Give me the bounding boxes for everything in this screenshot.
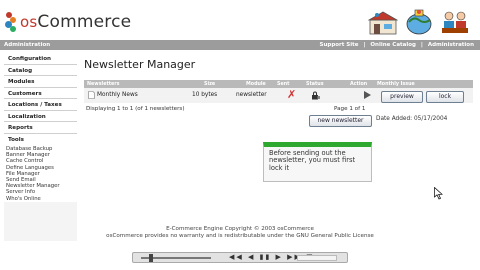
footer-copyright: E-Commerce Engine Copyright © 2003 osCom… (166, 226, 314, 232)
newsletter-name[interactable]: Monthly News (97, 92, 138, 98)
preview-button[interactable]: preview (381, 91, 423, 103)
column-action: Action (350, 81, 368, 87)
topbar-links: Support Site | Online Catalog | Administ… (317, 42, 475, 48)
sidebar-item-modules[interactable]: Modules (4, 76, 77, 88)
globe-icon[interactable] (404, 8, 434, 36)
new-newsletter-button[interactable]: new newsletter (309, 115, 372, 127)
video-player-bar: ◀◀ ◀ ▮▮ ▶ ▶▶ ■ (132, 252, 348, 263)
column-status: Status (306, 81, 324, 87)
sidebar-item-reports[interactable]: Reports (4, 122, 77, 134)
lock-icon[interactable] (311, 91, 320, 100)
administration-link[interactable]: Administration (428, 42, 474, 48)
lock-button[interactable]: lock (426, 91, 464, 103)
date-added: Date Added: 05/17/2004 (376, 116, 448, 122)
displaying-count: Displaying 1 to 1 (of 1 newsletters) (86, 106, 185, 112)
mouse-cursor-icon (434, 187, 443, 200)
tools-submenu: Database Backup Banner Manager Cache Con… (4, 145, 77, 202)
online-catalog-link[interactable]: Online Catalog (370, 42, 416, 48)
volume-slider[interactable] (297, 255, 337, 261)
document-icon (88, 91, 95, 99)
play-icon[interactable] (364, 91, 371, 99)
page-title: Newsletter Manager (84, 58, 196, 71)
top-navigation-bar: Administration Support Site | Online Cat… (0, 40, 480, 50)
newsletter-module: newsletter (236, 92, 267, 98)
instruction-callout: Before sending out the newsletter, you m… (263, 142, 372, 182)
sidebar-item-tools[interactable]: Tools (4, 133, 77, 145)
topbar-separator: | (420, 42, 423, 48)
people-icon[interactable] (440, 8, 470, 36)
oscommerce-logo[interactable]: osCommerce (4, 8, 131, 36)
topbar-title: Administration (4, 42, 51, 48)
sidebar-menu: Configuration Catalog Modules Customers … (4, 53, 77, 241)
newsletter-table-header: Newsletters Size Module Sent Status Acti… (84, 80, 473, 88)
tools-item-whos-online[interactable]: Who's Online (6, 196, 77, 202)
column-module: Module (246, 81, 266, 87)
column-size: Size (204, 81, 216, 87)
logo-text: osCommerce (20, 12, 132, 32)
seek-handle[interactable] (149, 254, 153, 262)
cross-icon: ✗ (287, 88, 297, 101)
sidebar-item-localization[interactable]: Localization (4, 110, 77, 122)
column-monthly-issue: Monthly Issue (377, 81, 415, 87)
newsletter-size: 10 bytes (192, 92, 218, 98)
column-sent: Sent (277, 81, 290, 87)
footer-license: osCommerce provides no warranty and is r… (106, 233, 374, 240)
sidebar-item-customers[interactable]: Customers (4, 87, 77, 99)
support-site-link[interactable]: Support Site (320, 42, 359, 48)
sidebar-item-catalog[interactable]: Catalog (4, 64, 77, 76)
sidebar-item-configuration[interactable]: Configuration (4, 53, 77, 65)
page-indicator: Page 1 of 1 (334, 106, 366, 112)
page-footer: E-Commerce Engine Copyright © 2003 osCom… (0, 226, 480, 240)
logo-mark-icon (4, 11, 18, 33)
topbar-separator: | (363, 42, 366, 48)
sidebar-item-locations-taxes[interactable]: Locations / Taxes (4, 99, 77, 111)
store-icon[interactable] (368, 8, 398, 36)
column-newsletters: Newsletters (87, 81, 120, 87)
